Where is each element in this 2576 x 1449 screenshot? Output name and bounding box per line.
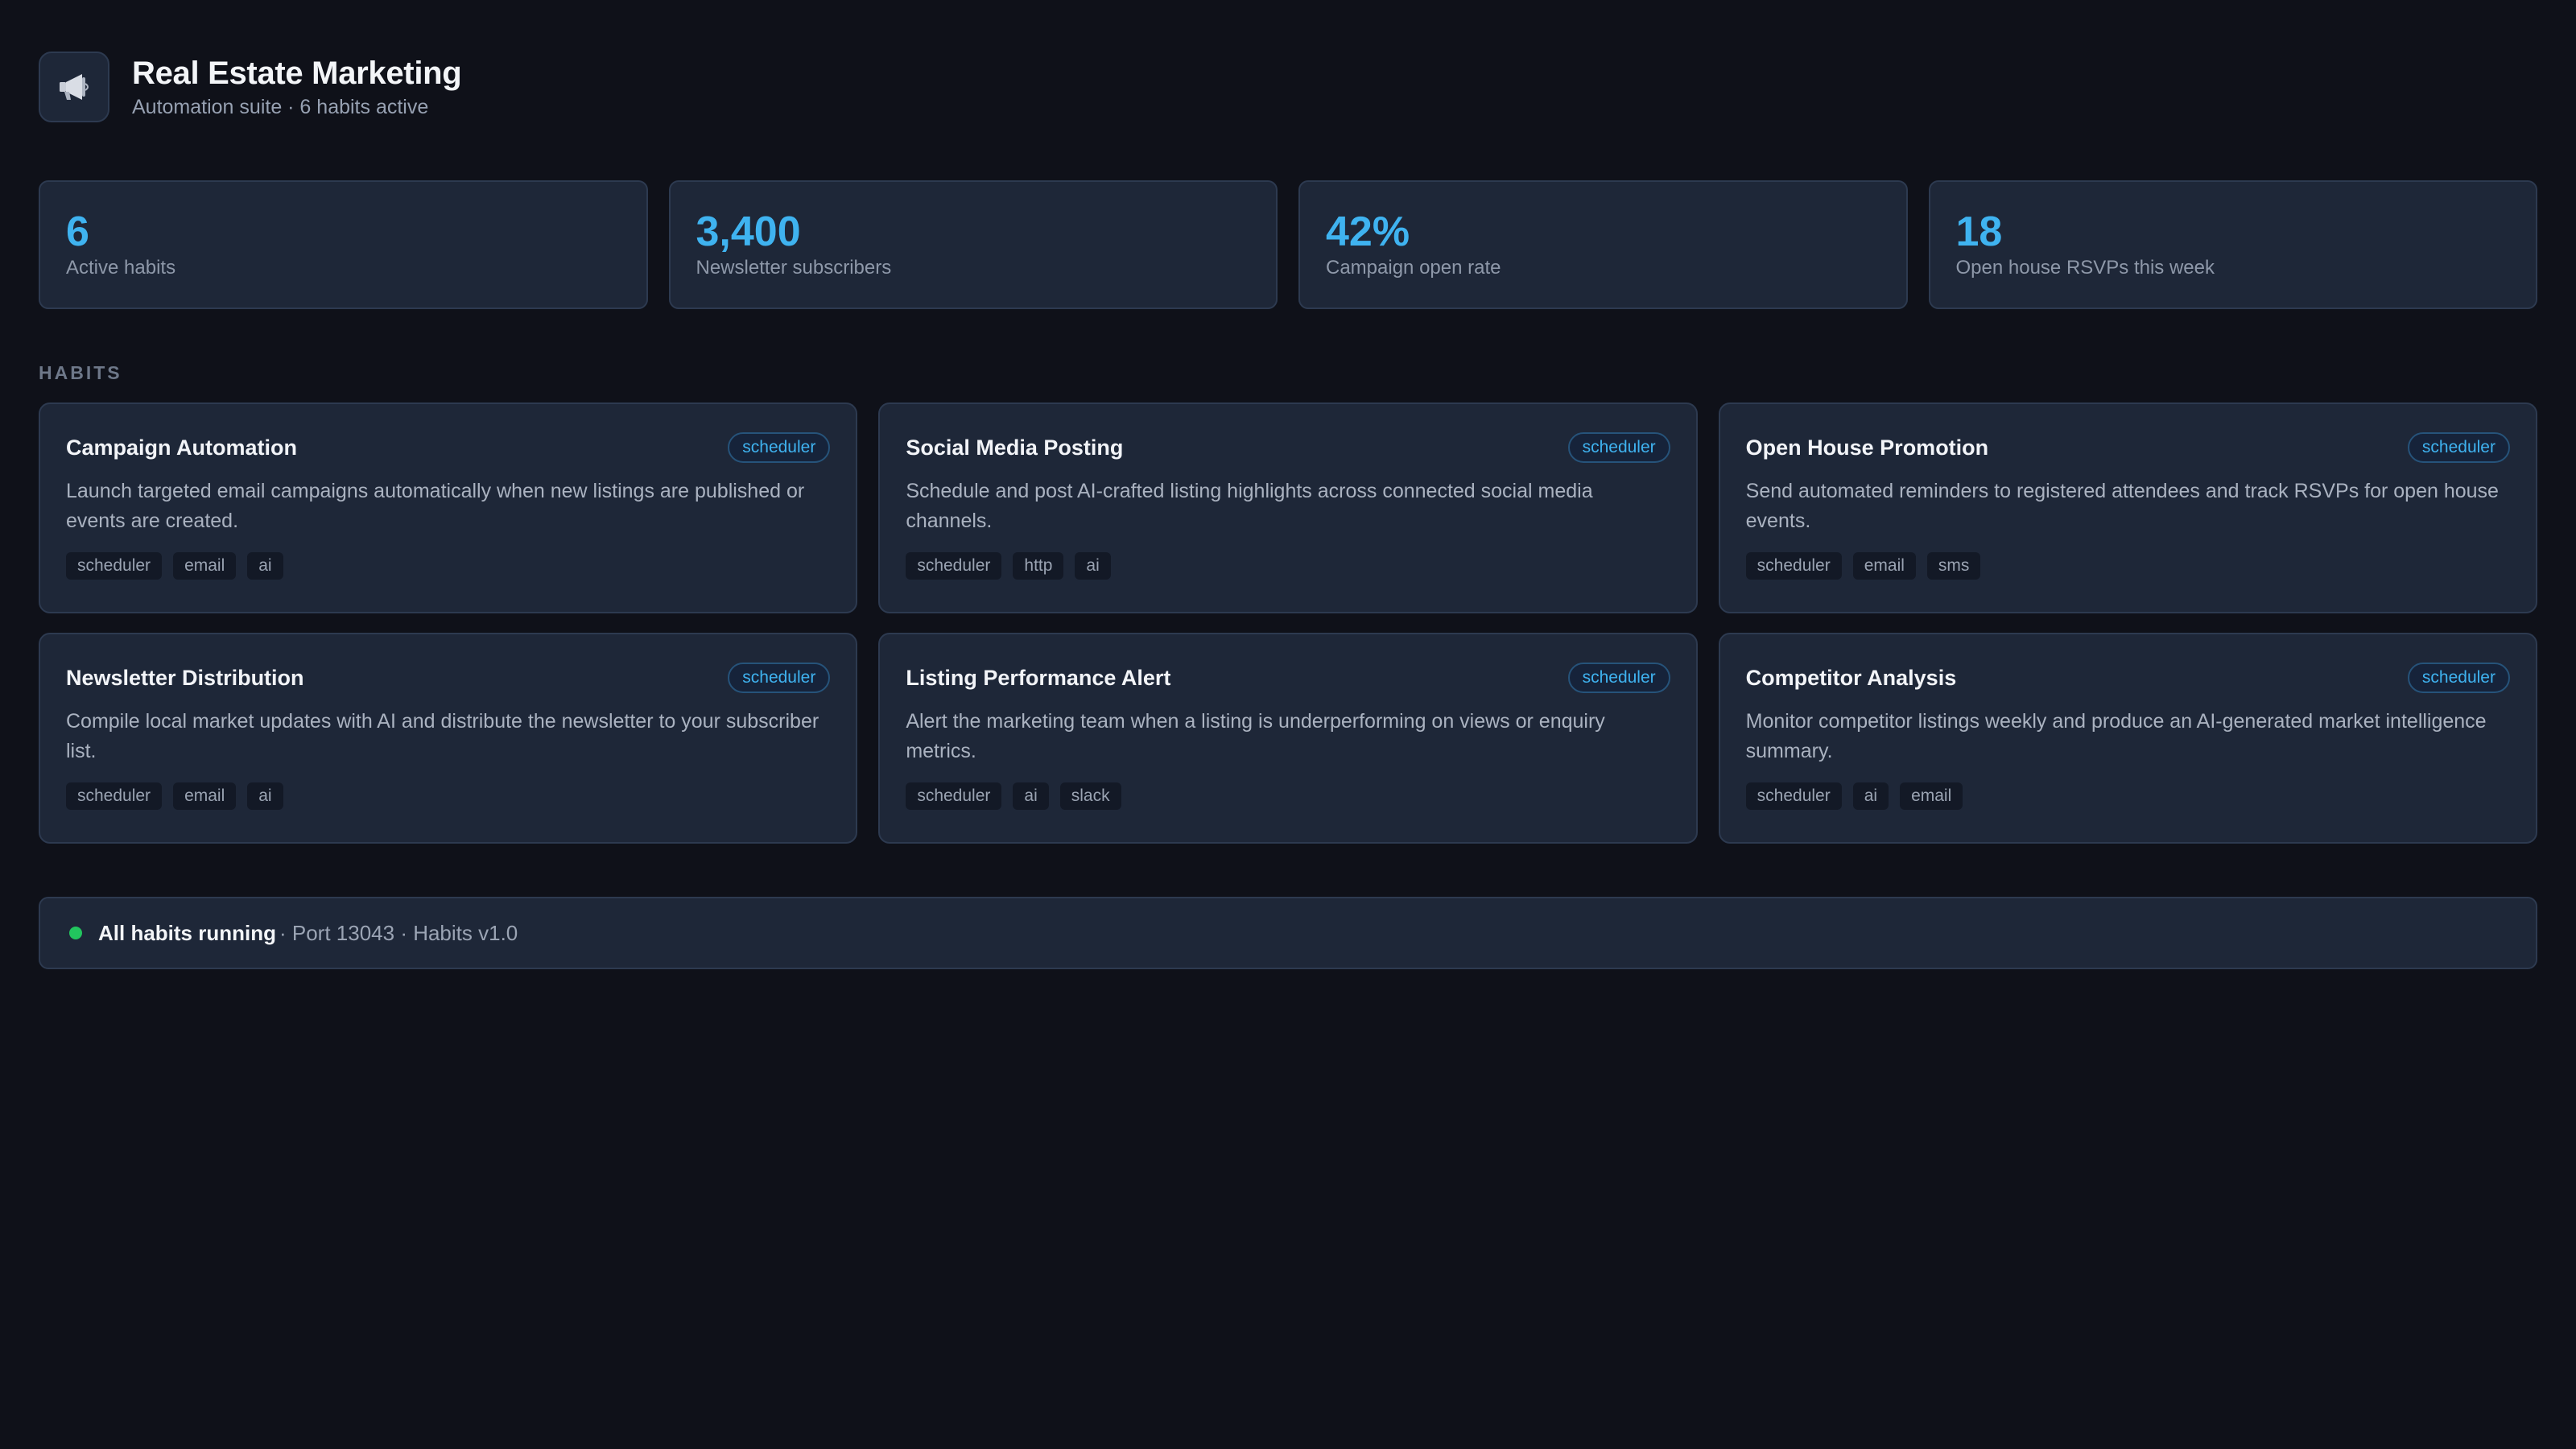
tag-list: scheduler email ai: [66, 552, 830, 580]
page-subtitle: Automation suite · 6 habits active: [132, 96, 429, 118]
tag-list: scheduler email ai: [66, 782, 830, 810]
habit-header: Social Media Posting scheduler: [906, 431, 1670, 464]
tag: sms: [1926, 552, 1981, 580]
habit-description: Send automated reminders to registered a…: [1745, 480, 2499, 532]
trigger-badge: scheduler: [1567, 432, 1670, 463]
tag: scheduler: [906, 782, 1002, 810]
habits-grid: Campaign Automation scheduler Launch tar…: [39, 402, 2537, 844]
stat-value: 42%: [1326, 208, 1410, 255]
status-dot-icon: [69, 927, 82, 939]
megaphone-icon: [39, 52, 109, 122]
tag: slack: [1059, 782, 1121, 810]
tag: scheduler: [1745, 552, 1842, 580]
stat-value: 3,400: [696, 208, 801, 255]
habit-description: Schedule and post AI-crafted listing hig…: [906, 480, 1593, 532]
stats-row: 6 Active habits 3,400 Newsletter subscri…: [39, 180, 2537, 309]
tag: email: [173, 552, 237, 580]
header-text: Real Estate Marketing Automation suite ·…: [132, 54, 462, 120]
tag: email: [173, 782, 237, 810]
habit-card-open-house-promotion[interactable]: Open House Promotion scheduler Send auto…: [1718, 402, 2537, 613]
stat-card-rsvps: 18 Open house RSVPs this week: [1928, 180, 2537, 309]
habit-description: Alert the marketing team when a listing …: [906, 710, 1605, 762]
status-bar: All habits running · Port 13043 · Habits…: [39, 897, 2537, 969]
tag: ai: [247, 552, 283, 580]
tag: email: [1852, 552, 1916, 580]
tag: scheduler: [66, 782, 163, 810]
stat-card-newsletter-subscribers: 3,400 Newsletter subscribers: [668, 180, 1278, 309]
habit-description: Compile local market updates with AI and…: [66, 710, 819, 762]
habit-card-competitor-analysis[interactable]: Competitor Analysis scheduler Monitor co…: [1718, 633, 2537, 844]
tag: scheduler: [66, 552, 163, 580]
trigger-badge: scheduler: [728, 663, 831, 693]
section-label-habits: HABITS: [39, 362, 122, 383]
stat-value: 18: [1955, 208, 2003, 255]
habit-title: Newsletter Distribution: [66, 665, 304, 690]
stat-card-open-rate: 42% Campaign open rate: [1298, 180, 1908, 309]
trigger-badge: scheduler: [1567, 663, 1670, 693]
tag: ai: [247, 782, 283, 810]
habit-card-social-media-posting[interactable]: Social Media Posting scheduler Schedule …: [878, 402, 1698, 613]
tag-list: scheduler ai email: [1745, 782, 2510, 810]
tag: ai: [1075, 552, 1111, 580]
habit-header: Competitor Analysis scheduler: [1746, 662, 2510, 694]
tag: ai: [1852, 782, 1889, 810]
habit-header: Newsletter Distribution scheduler: [66, 662, 831, 694]
stat-label: Newsletter subscribers: [696, 257, 892, 279]
stat-label: Active habits: [66, 257, 176, 279]
habit-title: Campaign Automation: [66, 435, 297, 460]
app-header: Real Estate Marketing Automation suite ·…: [39, 52, 462, 122]
tag: ai: [1013, 782, 1049, 810]
habit-header: Listing Performance Alert scheduler: [906, 662, 1670, 694]
habit-card-campaign-automation[interactable]: Campaign Automation scheduler Launch tar…: [39, 402, 858, 613]
habit-title: Social Media Posting: [906, 435, 1124, 460]
tag: email: [1900, 782, 1963, 810]
stat-value: 6: [66, 208, 89, 255]
habit-title: Open House Promotion: [1745, 435, 1989, 460]
page-title: Real Estate Marketing: [132, 56, 462, 91]
trigger-badge: scheduler: [728, 432, 831, 463]
stat-label: Open house RSVPs this week: [1955, 257, 2215, 279]
tag-list: scheduler ai slack: [906, 782, 1670, 810]
habit-description: Monitor competitor listings weekly and p…: [1745, 710, 2487, 762]
habit-card-listing-performance-alert[interactable]: Listing Performance Alert scheduler Aler…: [878, 633, 1698, 844]
habit-header: Campaign Automation scheduler: [66, 431, 831, 464]
habit-title: Competitor Analysis: [1745, 665, 1957, 690]
habit-header: Open House Promotion scheduler: [1746, 431, 2510, 464]
page: Real Estate Marketing Automation suite ·…: [0, 0, 2576, 1449]
status-text: All habits running: [98, 920, 276, 945]
tag: scheduler: [1745, 782, 1842, 810]
tag-list: scheduler email sms: [1745, 552, 2510, 580]
habit-card-newsletter-distribution[interactable]: Newsletter Distribution scheduler Compil…: [39, 633, 858, 844]
stat-card-active-habits: 6 Active habits: [39, 180, 648, 309]
habit-title: Listing Performance Alert: [906, 665, 1171, 690]
tag: http: [1013, 552, 1064, 580]
trigger-badge: scheduler: [2407, 663, 2510, 693]
status-details: · Port 13043 · Habits v1.0: [279, 920, 518, 945]
habit-description: Launch targeted email campaigns automati…: [66, 480, 805, 532]
tag-list: scheduler http ai: [906, 552, 1670, 580]
tag: scheduler: [906, 552, 1002, 580]
trigger-badge: scheduler: [2407, 432, 2510, 463]
stat-label: Campaign open rate: [1326, 257, 1501, 279]
